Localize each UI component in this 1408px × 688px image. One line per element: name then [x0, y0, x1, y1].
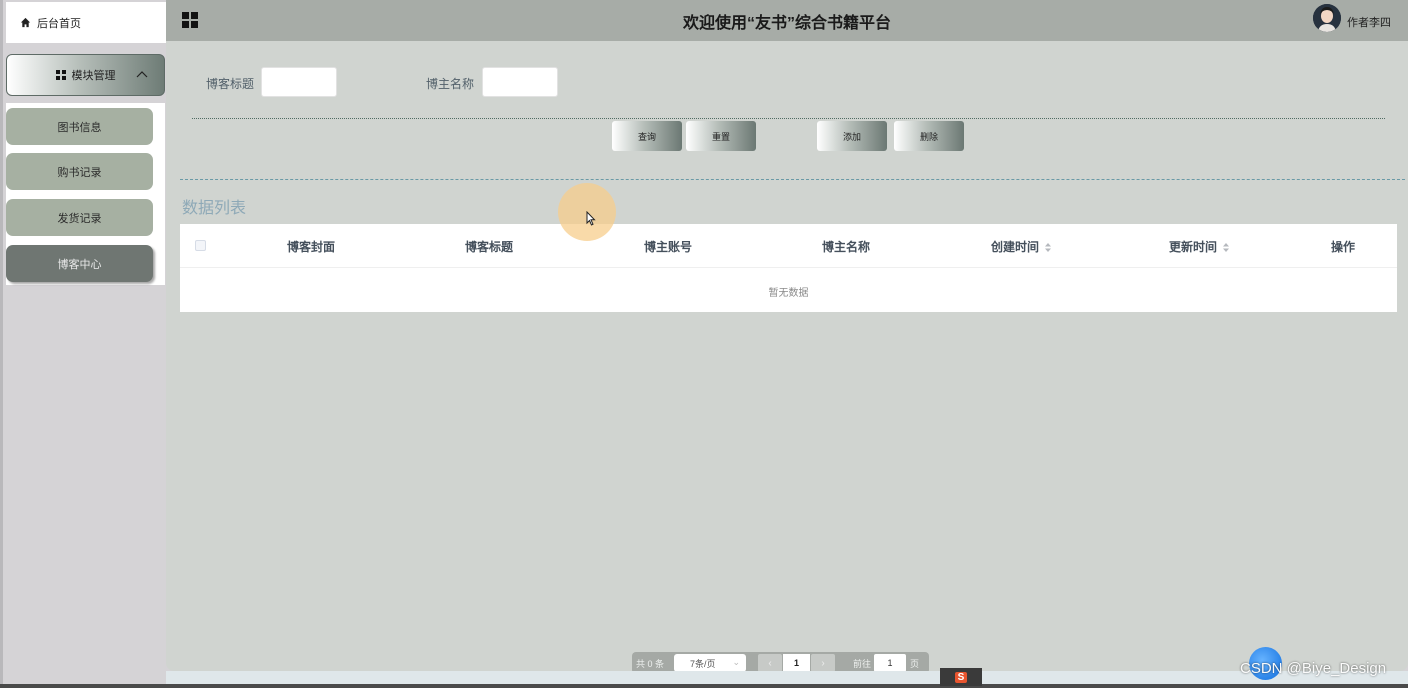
blog-title-input[interactable] — [261, 67, 337, 97]
page-size-value: 7条/页 — [690, 658, 716, 669]
mouse-cursor-icon — [586, 211, 596, 226]
add-button[interactable]: 添加 — [817, 121, 887, 151]
sidebar-item-label: 购书记录 — [57, 166, 102, 179]
chevron-down-icon: ⌄ — [732, 657, 740, 667]
avatar[interactable] — [1313, 4, 1341, 32]
sidebar-item-shipping-records[interactable]: 发货记录 — [6, 199, 153, 236]
grid-icon — [55, 70, 66, 80]
sort-icon[interactable] — [1223, 243, 1230, 253]
sidebar-item-label: 发货记录 — [57, 212, 102, 225]
sidebar-item-blog-center[interactable]: 博客中心 — [6, 245, 153, 282]
module-menu-toggle[interactable]: 模块管理 — [6, 54, 165, 96]
sort-icon[interactable] — [1045, 243, 1052, 253]
blog-title-label: 博客标题 — [206, 77, 255, 91]
page-title: 欢迎使用“友书”综合书籍平台 — [682, 15, 891, 32]
page-number-current[interactable]: 1 — [783, 654, 810, 672]
avatar-image — [1313, 4, 1341, 32]
page-unit-label: 页 — [910, 658, 920, 669]
chevron-up-icon — [136, 71, 148, 78]
column-header-created[interactable]: 创建时间 — [991, 238, 1052, 255]
main-content: 博客标题 博主名称 查询 重置 添加 删除 数据列表 博客封面 博客标题 博主账… — [166, 41, 1408, 671]
list-divider — [180, 179, 1405, 180]
sogou-icon: S — [954, 671, 968, 683]
author-name[interactable]: 作者李四 — [1347, 14, 1391, 30]
blogger-name-input[interactable] — [482, 67, 558, 97]
ime-indicator[interactable]: S — [940, 668, 982, 686]
column-header-updated-label: 更新时间 — [1169, 240, 1218, 254]
chevron-left-icon: ‹ — [768, 657, 772, 669]
next-page-button[interactable]: › — [811, 654, 835, 672]
sidebar-item-book-info[interactable]: 图书信息 — [6, 108, 153, 145]
column-header-created-label: 创建时间 — [991, 240, 1040, 254]
page-size-select[interactable]: 7条/页 ⌄ — [674, 654, 746, 672]
pagination-total: 共 0 条 — [636, 658, 665, 669]
column-header-actions: 操作 — [1331, 240, 1356, 254]
goto-label: 前往 — [853, 658, 872, 669]
select-all-checkbox[interactable] — [195, 240, 206, 251]
taskbar-strip — [0, 684, 1408, 688]
module-submenu: 图书信息 购书记录 发货记录 博客中心 — [6, 103, 165, 285]
sidebar: 后台首页 模块管理 图书信息 购书记录 发货记录 博客中心 — [0, 0, 169, 688]
table-header: 博客封面 博客标题 博主账号 博主名称 创建时间 更新时间 操作 — [180, 224, 1397, 268]
top-header: 欢迎使用“友书”综合书籍平台 作者李四 — [166, 0, 1408, 41]
data-table: 博客封面 博客标题 博主账号 博主名称 创建时间 更新时间 操作 暂无数据 — [180, 224, 1397, 312]
sidebar-item-label: 图书信息 — [57, 121, 102, 134]
column-header-account: 博主账号 — [644, 240, 693, 254]
empty-state: 暂无数据 — [768, 288, 809, 299]
sidebar-item-purchase-records[interactable]: 购书记录 — [6, 153, 153, 190]
reset-button[interactable]: 重置 — [686, 121, 756, 151]
column-header-updated[interactable]: 更新时间 — [1169, 238, 1230, 255]
goto-page-input[interactable] — [874, 654, 907, 672]
column-header-cover: 博客封面 — [287, 240, 336, 254]
list-title: 数据列表 — [182, 200, 247, 217]
sidebar-item-home-label: 后台首页 — [37, 17, 81, 30]
prev-page-button[interactable]: ‹ — [758, 654, 782, 672]
blogger-name-label: 博主名称 — [426, 77, 475, 91]
column-header-title: 博客标题 — [465, 240, 514, 254]
bottom-bar — [166, 671, 1408, 684]
sidebar-item-label: 博客中心 — [57, 258, 102, 271]
home-icon — [20, 17, 31, 28]
watermark-text: CSDN @Biye_Design — [1240, 660, 1387, 677]
sidebar-item-home[interactable]: 后台首页 — [6, 2, 169, 43]
column-header-name: 博主名称 — [822, 240, 871, 254]
module-menu-label: 模块管理 — [71, 70, 116, 82]
search-divider — [192, 118, 1385, 119]
query-button[interactable]: 查询 — [612, 121, 682, 151]
chevron-right-icon: › — [821, 657, 825, 669]
delete-button[interactable]: 删除 — [894, 121, 964, 151]
